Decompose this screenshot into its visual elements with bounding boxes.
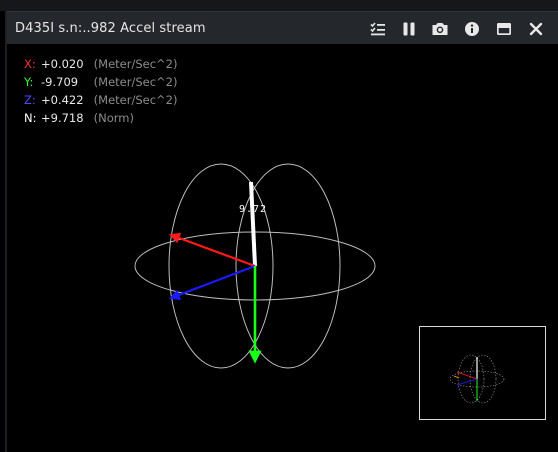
z-axis-vector [168,264,256,301]
x-axis-vector [168,232,256,268]
norm-vector [249,181,257,267]
sphere-vertical-ring-left [168,163,274,369]
accel-stream-window: D435I s.n:..982 Accel stream X: +0.020 (… [0,0,558,452]
norm-value-label: 9.72 [239,204,267,215]
minimap-preview[interactable] [419,326,546,420]
minimap-sphere [449,354,505,404]
